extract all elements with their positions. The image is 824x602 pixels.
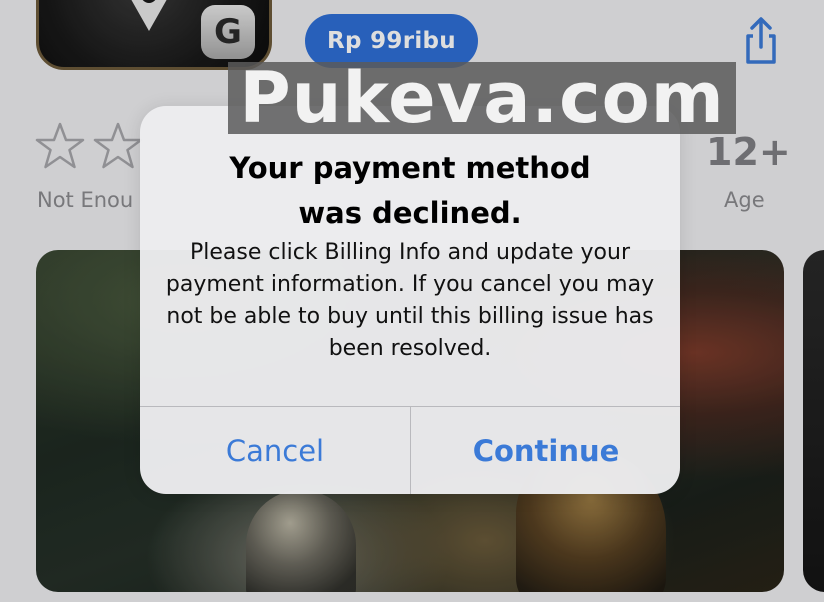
watermark: Pukeva.com [228,62,736,134]
alert-title-line: was declined. [298,196,522,230]
alert-title: Your payment method was declined. [180,146,640,236]
alert-title-line: Your payment method [229,151,591,185]
cancel-button[interactable]: Cancel [140,407,410,494]
alert-message: Please click Billing Info and update you… [165,240,655,361]
app-store-page: G Rp 99ribu Not Enou 12+ Age Your paymen… [0,0,824,602]
payment-declined-alert: Your payment method was declined. Please… [140,106,680,494]
continue-button[interactable]: Continue [411,407,680,494]
watermark-text: Pukeva.com [239,57,725,139]
